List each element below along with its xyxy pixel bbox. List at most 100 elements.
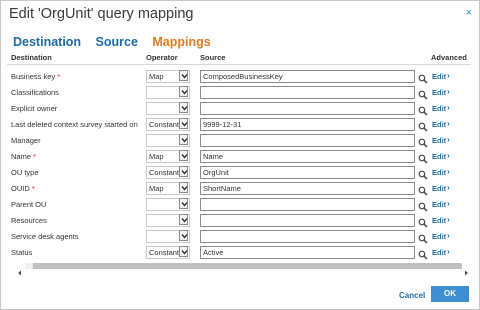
source-input[interactable] xyxy=(200,86,415,99)
search-icon[interactable] xyxy=(418,135,428,148)
mapping-row: Status Constant Active Edit › xyxy=(7,245,469,261)
mapping-dialog: Edit 'OrgUnit' query mapping × Destinati… xyxy=(0,0,480,310)
edit-chevron-icon[interactable]: › xyxy=(447,136,450,144)
required-marker: * xyxy=(31,184,35,193)
search-icon[interactable] xyxy=(418,167,428,180)
operator-value: Constant xyxy=(149,168,180,177)
close-icon[interactable]: × xyxy=(466,8,472,19)
source-value: Name xyxy=(203,152,224,161)
edit-link[interactable]: Edit xyxy=(432,216,446,225)
chevron-down-icon[interactable] xyxy=(179,198,188,209)
source-input[interactable] xyxy=(200,198,415,211)
tab-source[interactable]: Source xyxy=(96,35,138,49)
tab-destination[interactable]: Destination xyxy=(13,35,81,49)
operator-value: Map xyxy=(149,184,164,193)
source-value: ComposedBusinessKey xyxy=(203,72,283,81)
horizontal-scrollbar[interactable] xyxy=(17,263,469,276)
source-value: OrgUnit xyxy=(203,168,229,177)
mapping-row: Classifications Edit › xyxy=(7,85,469,101)
edit-link[interactable]: Edit xyxy=(432,232,446,241)
search-icon[interactable] xyxy=(418,151,428,164)
edit-chevron-icon[interactable]: › xyxy=(447,168,450,176)
mapping-row: Explicit owner Edit › xyxy=(7,101,469,117)
destination-label: Name * xyxy=(11,152,36,161)
edit-chevron-icon[interactable]: › xyxy=(447,88,450,96)
destination-label: OUID * xyxy=(11,184,35,193)
edit-link[interactable]: Edit xyxy=(432,200,446,209)
tab-bar: Destination Source Mappings xyxy=(13,33,221,51)
operator-value: Constant xyxy=(149,248,180,257)
scrollbar-thumb[interactable] xyxy=(33,263,462,269)
chevron-down-icon[interactable] xyxy=(179,246,188,257)
scroll-right-arrow-icon[interactable] xyxy=(463,263,469,276)
edit-chevron-icon[interactable]: › xyxy=(447,248,450,256)
edit-link[interactable]: Edit xyxy=(432,184,446,193)
source-value: ShortName xyxy=(203,184,241,193)
destination-name: OU type xyxy=(11,168,39,177)
edit-link[interactable]: Edit xyxy=(432,104,446,113)
edit-chevron-icon[interactable]: › xyxy=(447,216,450,224)
chevron-down-icon[interactable] xyxy=(179,86,188,97)
destination-name: Service desk agents xyxy=(11,232,79,241)
edit-chevron-icon[interactable]: › xyxy=(447,184,450,192)
source-input[interactable] xyxy=(200,134,415,147)
source-input[interactable] xyxy=(200,214,415,227)
edit-link[interactable]: Edit xyxy=(432,136,446,145)
edit-link[interactable]: Edit xyxy=(432,152,446,161)
search-icon[interactable] xyxy=(418,199,428,212)
source-input[interactable] xyxy=(200,102,415,115)
chevron-down-icon[interactable] xyxy=(179,214,188,225)
source-input[interactable]: 9999-12-31 xyxy=(200,118,415,131)
edit-link[interactable]: Edit xyxy=(432,168,446,177)
destination-name: Explicit owner xyxy=(11,104,58,113)
chevron-down-icon[interactable] xyxy=(179,118,188,129)
chevron-down-icon[interactable] xyxy=(179,150,188,161)
chevron-down-icon[interactable] xyxy=(179,166,188,177)
search-icon[interactable] xyxy=(418,247,428,260)
edit-link[interactable]: Edit xyxy=(432,88,446,97)
source-input[interactable]: Active xyxy=(200,246,415,259)
search-icon[interactable] xyxy=(418,87,428,100)
destination-label: Parent OU xyxy=(11,200,46,209)
source-input[interactable]: ComposedBusinessKey xyxy=(200,70,415,83)
cancel-button[interactable]: Cancel xyxy=(399,291,425,300)
destination-name: Parent OU xyxy=(11,200,47,209)
edit-link[interactable]: Edit xyxy=(432,72,446,81)
destination-label: Last deleted context survey started on xyxy=(11,120,138,129)
edit-chevron-icon[interactable]: › xyxy=(447,120,450,128)
destination-label: Service desk agents xyxy=(11,232,79,241)
scrollbar-track[interactable] xyxy=(25,263,462,269)
mapping-row: Last deleted context survey started on Co… xyxy=(7,117,469,133)
scroll-left-arrow-icon[interactable] xyxy=(17,263,23,276)
destination-label: Status xyxy=(11,248,32,257)
chevron-down-icon[interactable] xyxy=(179,134,188,145)
edit-chevron-icon[interactable]: › xyxy=(447,104,450,112)
edit-chevron-icon[interactable]: › xyxy=(447,200,450,208)
tab-mappings[interactable]: Mappings xyxy=(152,35,210,49)
edit-link[interactable]: Edit xyxy=(432,248,446,257)
destination-name: Status xyxy=(11,248,33,257)
search-icon[interactable] xyxy=(418,71,428,84)
chevron-down-icon[interactable] xyxy=(179,70,188,81)
source-input[interactable] xyxy=(200,230,415,243)
search-icon[interactable] xyxy=(418,119,428,132)
destination-name: OUID xyxy=(11,184,30,193)
chevron-down-icon[interactable] xyxy=(179,182,188,193)
chevron-down-icon[interactable] xyxy=(179,102,188,113)
edit-chevron-icon[interactable]: › xyxy=(447,232,450,240)
search-icon[interactable] xyxy=(418,103,428,116)
search-icon[interactable] xyxy=(418,183,428,196)
destination-name: Classifications xyxy=(11,88,59,97)
source-input[interactable]: Name xyxy=(200,150,415,163)
edit-chevron-icon[interactable]: › xyxy=(447,72,450,80)
chevron-down-icon[interactable] xyxy=(179,230,188,241)
edit-link[interactable]: Edit xyxy=(432,120,446,129)
source-input[interactable]: OrgUnit xyxy=(200,166,415,179)
header-divider xyxy=(7,64,471,65)
ok-button[interactable]: OK xyxy=(431,286,469,302)
search-icon[interactable] xyxy=(418,215,428,228)
search-icon[interactable] xyxy=(418,231,428,244)
mapping-row: Service desk agents Edit › xyxy=(7,229,469,245)
source-input[interactable]: ShortName xyxy=(200,182,415,195)
edit-chevron-icon[interactable]: › xyxy=(447,152,450,160)
